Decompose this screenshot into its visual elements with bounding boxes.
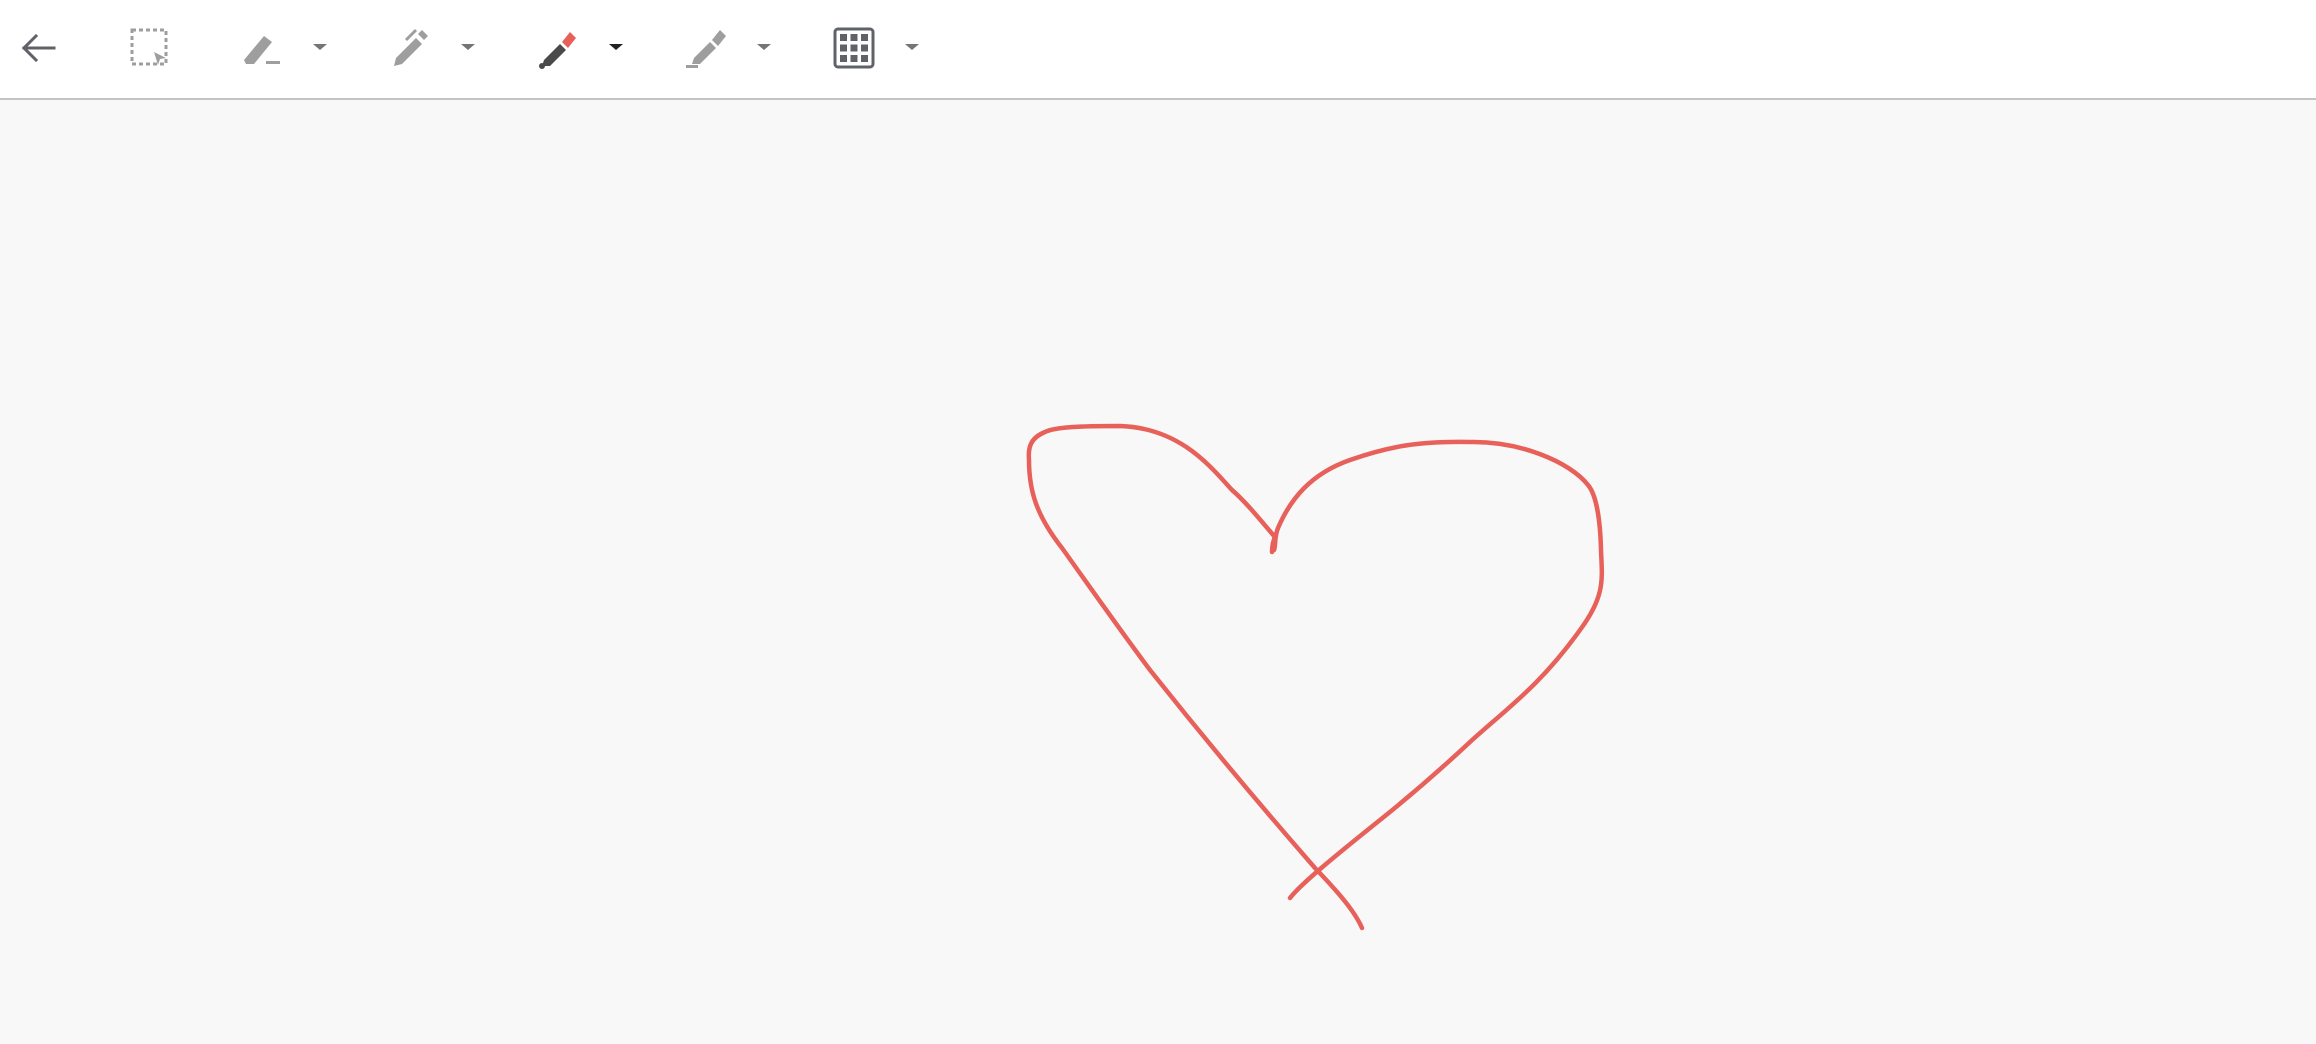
background-options-caret[interactable] — [898, 38, 926, 58]
heart-stroke — [1026, 423, 1605, 931]
chevron-down-icon — [312, 39, 328, 57]
marker-icon — [534, 24, 582, 72]
back-button[interactable] — [10, 20, 66, 76]
background-button[interactable] — [826, 20, 882, 76]
chevron-down-icon — [608, 39, 624, 57]
pen-icon — [386, 24, 434, 72]
chevron-down-icon — [904, 39, 920, 57]
highlighter-button[interactable] — [678, 20, 734, 76]
drawing-canvas[interactable] — [0, 102, 2316, 1044]
eraser-options-caret[interactable] — [306, 38, 334, 58]
heart-drawing — [1026, 423, 1605, 931]
eraser-icon — [238, 24, 286, 72]
pen-button[interactable] — [382, 20, 438, 76]
marker-options-caret[interactable] — [602, 38, 630, 58]
pen-options-caret[interactable] — [454, 38, 482, 58]
arrow-back-icon — [16, 26, 60, 70]
highlighter-options-caret[interactable] — [750, 38, 778, 58]
toolbar — [0, 0, 2316, 100]
chevron-down-icon — [756, 39, 772, 57]
lasso-select-icon — [128, 26, 172, 70]
eraser-button[interactable] — [234, 20, 290, 76]
marker-button[interactable] — [530, 20, 586, 76]
grid-icon — [832, 26, 876, 70]
lasso-select-button[interactable] — [122, 20, 178, 76]
chevron-down-icon — [460, 39, 476, 57]
highlighter-icon — [682, 24, 730, 72]
